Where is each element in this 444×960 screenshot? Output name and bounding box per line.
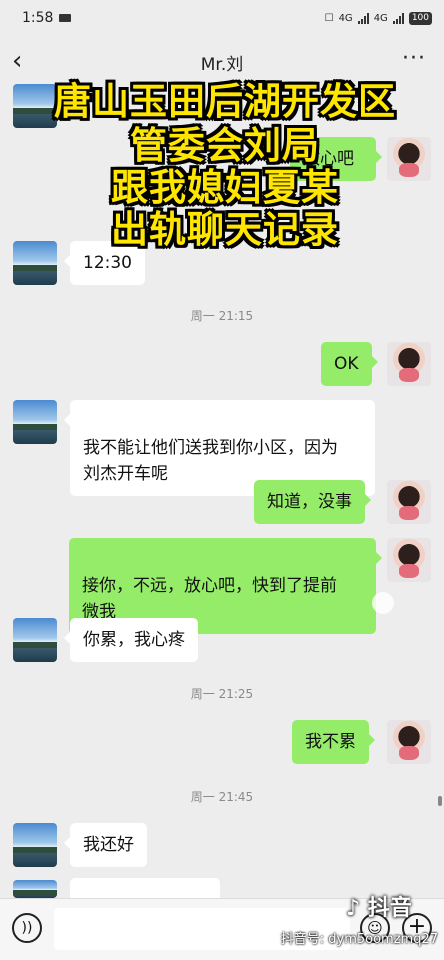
- my-avatar[interactable]: [387, 342, 431, 386]
- message-timestamp: 周一 21:15: [190, 309, 254, 323]
- my-avatar[interactable]: [387, 480, 431, 524]
- chat-header: ‹ Mr.刘 ···: [0, 40, 444, 84]
- signal-label-1: 4G: [338, 12, 353, 24]
- contact-avatar[interactable]: [13, 823, 57, 867]
- message-timestamp: 周一 21:45: [190, 790, 254, 804]
- message-text: 接你，不远，放心吧，快到了提前 微我: [82, 576, 337, 622]
- douyin-watermark-id: 抖音号: dym5oomzmq27: [280, 932, 438, 947]
- status-time: 1:58: [22, 10, 54, 26]
- voice-icon: )): [21, 920, 33, 936]
- message-bubble-sent[interactable]: 我不累: [292, 720, 375, 764]
- message-text: 你累，我心疼: [83, 630, 185, 650]
- scroll-indicator: [372, 592, 394, 614]
- signal-icon-2: [392, 12, 404, 24]
- message-bubble-partial[interactable]: [70, 878, 220, 898]
- message-text: 我不累: [305, 732, 356, 752]
- more-button[interactable]: ···: [402, 46, 426, 71]
- scrollbar-handle[interactable]: [438, 796, 442, 806]
- message-text: 我不能让他们送我到你小区，因为 刘杰开车呢: [83, 438, 338, 484]
- my-avatar[interactable]: [387, 720, 431, 764]
- status-bar: 1:58 ☐ 4G 4G 100: [0, 0, 444, 36]
- contact-avatar[interactable]: [13, 880, 57, 898]
- message-bubble-received[interactable]: 我还好: [64, 823, 147, 867]
- douyin-note-icon: ♪: [346, 896, 361, 921]
- message-text: 12:30: [83, 253, 132, 273]
- overlay-caption-line-4: 出轨聊天记录: [111, 208, 339, 251]
- overlay-caption-line-1: 唐山玉田后湖开发区: [54, 80, 396, 123]
- message-text: 知道，没事: [267, 492, 352, 512]
- message-bubble-received[interactable]: 你累，我心疼: [64, 618, 198, 662]
- battery-icon: 100: [408, 11, 432, 25]
- message-timestamp: 周一 21:25: [190, 687, 254, 701]
- contact-avatar[interactable]: [13, 618, 57, 662]
- overlay-caption-line-2: 管委会刘局: [130, 124, 320, 167]
- douyin-logo-text: 抖音: [367, 896, 412, 921]
- message-text: OK: [334, 354, 359, 374]
- voice-button[interactable]: )): [12, 913, 42, 943]
- message-text: 我还好: [83, 835, 134, 855]
- overlay-caption-line-3: 跟我媳妇夏某: [111, 166, 339, 209]
- my-avatar[interactable]: [387, 538, 431, 582]
- douyin-watermark-logo: ♪ 抖音: [346, 890, 412, 922]
- message-bubble-sent[interactable]: OK: [321, 342, 378, 386]
- contact-avatar[interactable]: [13, 400, 57, 444]
- message-bubble-sent[interactable]: 知道，没事: [254, 480, 371, 524]
- screen-record-icon: [59, 14, 72, 22]
- alarm-icon: ☐: [324, 12, 334, 24]
- chat-title: Mr.刘: [200, 55, 244, 75]
- more-dots-icon: ···: [402, 46, 426, 71]
- signal-icon-1: [357, 12, 369, 24]
- signal-label-2: 4G: [373, 12, 388, 24]
